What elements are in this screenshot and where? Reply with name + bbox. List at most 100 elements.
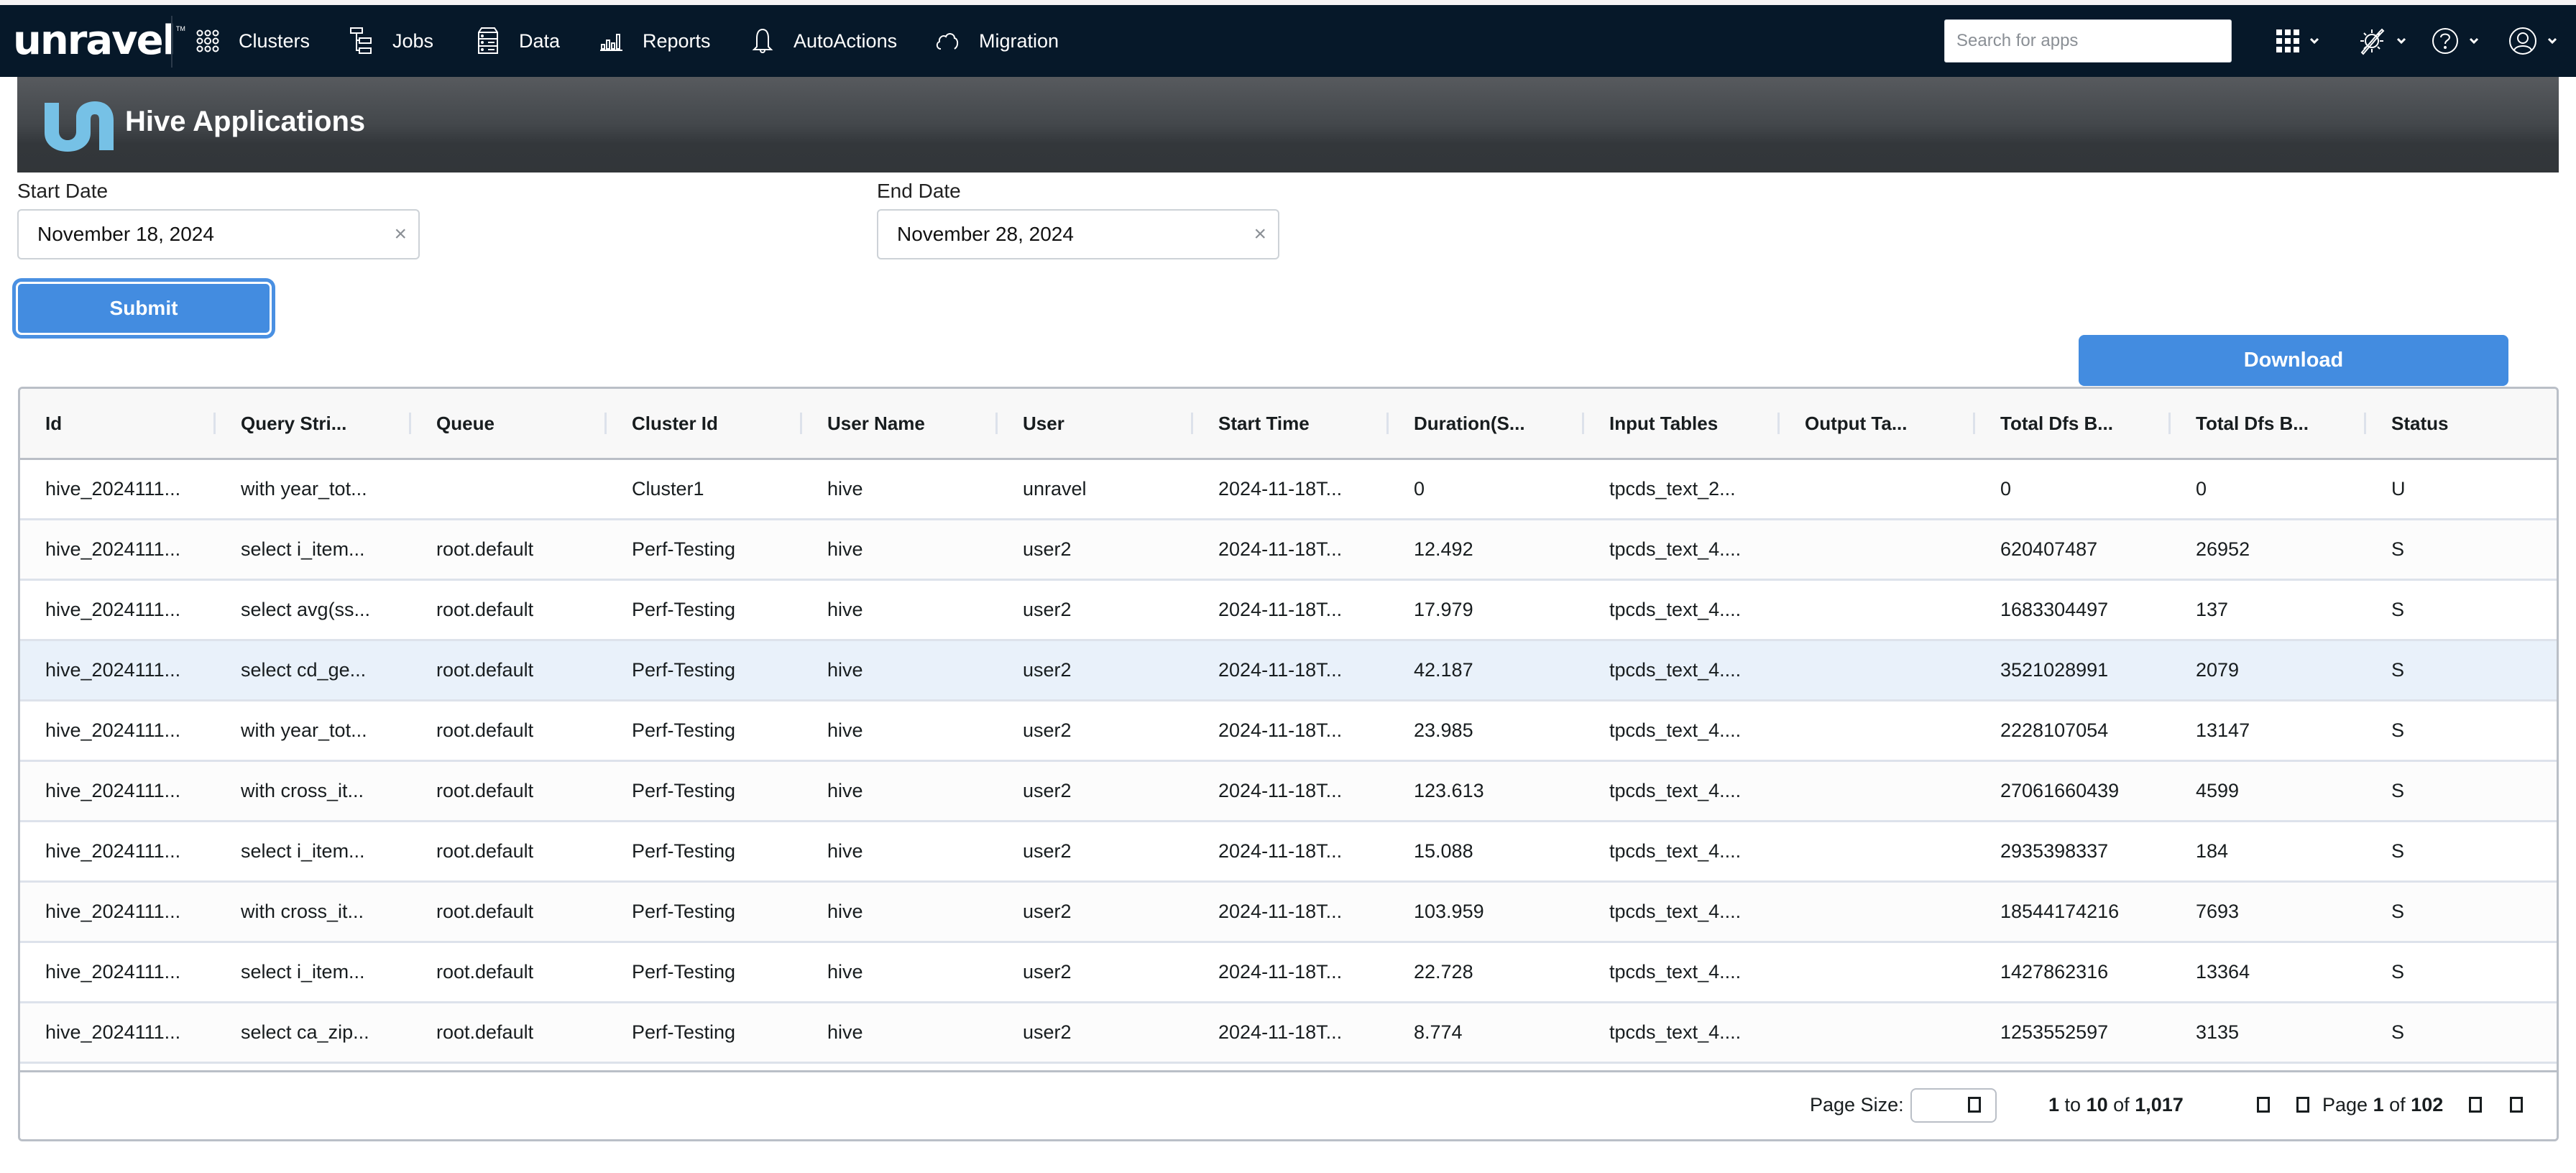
table-cell: S [2391,599,2405,620]
table-row[interactable]: hive_2024111... with cross_it... root.defa… [20,883,2557,943]
page-size-select[interactable] [1910,1088,1997,1123]
table-row[interactable]: hive_2024111... select ca_zip... root.defa… [20,1003,2557,1064]
table-cell: hive [827,538,863,560]
table-cell: 2024-11-18T... [1218,1021,1343,1043]
table-row[interactable]: hive_2024111... with year_tot... root.defa… [20,702,2557,762]
table-cell: root.default [436,840,534,862]
column-header[interactable]: Output Ta... [1780,389,1975,458]
table-cell: tpcds_text_2... [1609,478,1736,500]
table-cell: with cross_it... [241,780,364,801]
nav-item-clusters[interactable]: Clusters [196,5,310,77]
column-header[interactable]: Query Stri... [216,389,411,458]
user-menu-button[interactable] [2508,5,2557,77]
start-date-label: Start Date [17,180,109,202]
start-date-input[interactable]: November 18, 2024 × [17,209,420,259]
table-cell: user2 [1023,599,1072,620]
unravel-logo[interactable]: unravel TM [13,21,185,61]
last-page-button[interactable] [2501,1088,2533,1123]
clear-end-date-icon[interactable]: × [1254,224,1266,245]
table-cell: 103.959 [1414,901,1484,922]
table-row[interactable]: hive_2024111... select avg(ss... root.defa… [20,581,2557,641]
table-cell: 137 [2196,599,2229,620]
start-date-value: November 18, 2024 [37,223,214,245]
nav-item-autoactions[interactable]: AutoActions [750,5,897,77]
of-word: of [2389,1094,2406,1116]
row-from: 1 [2048,1094,2060,1116]
table-row[interactable]: hive_2024111... select i_item... root.defa… [20,520,2557,581]
table-cell: tpcds_text_4.... [1609,961,1742,983]
previous-page-button[interactable] [2288,1088,2319,1123]
table-cell: hive_2024111... [45,478,181,500]
table-cell: 18544174216 [2000,901,2120,922]
chevron-down-icon [2309,37,2319,45]
table-cell [411,460,607,518]
table-cell: tpcds_text_4.... [1609,599,1742,620]
nav-item-data[interactable]: Data [476,5,560,77]
table-cell: 184 [2196,840,2229,862]
table-cell [1780,520,1975,579]
column-header[interactable]: Start Time [1193,389,1389,458]
table-cell: S [2391,961,2405,983]
column-header[interactable]: User [998,389,1193,458]
table-cell: 3135 [2196,1021,2240,1043]
table-cell: hive_2024111... [45,840,181,862]
table-cell: Perf-Testing [632,538,736,560]
table-cell [1780,943,1975,1001]
table-cell: hive [827,478,863,500]
table-cell: hive [827,1021,863,1043]
column-header-label: Input Tables [1609,412,1719,434]
table-cell: 2024-11-18T... [1218,659,1343,681]
column-header-label: User [1023,412,1064,434]
page-indicator: Page 1 of 102 [2322,1094,2443,1116]
apps-grid-icon [2276,29,2299,52]
first-page-button[interactable] [2248,1088,2280,1123]
table-cell: 1253552597 [2000,1021,2109,1043]
column-header-label: Id [45,412,63,434]
hive-applications-table: Id Query Stri... Queue Cluster Id User Name U… [18,387,2559,1141]
end-date-label: End Date [877,180,961,202]
nav-item-reports[interactable]: Reports [599,5,711,77]
nav-item-jobs[interactable]: Jobs [349,5,433,77]
row-total: 1,017 [2135,1094,2184,1116]
table-row[interactable]: hive_2024111... with cross_it... root.defa… [20,762,2557,822]
table-row[interactable]: hive_2024111... select i_item... root.defa… [20,943,2557,1003]
table-cell: 123.613 [1414,780,1484,801]
table-cell: 2935398337 [2000,840,2109,862]
column-header[interactable]: Total Dfs B... [2171,389,2366,458]
table-row[interactable]: hive_2024111... select cd_ge... root.defau… [20,641,2557,702]
table-row[interactable]: hive_2024111... with year_tot... Cluster1 h… [20,460,2557,520]
column-header[interactable]: Status [2366,389,2557,458]
table-cell: 2024-11-18T... [1218,478,1343,500]
help-icon [2432,28,2458,54]
bell-icon [752,28,773,53]
column-header[interactable]: Queue [411,389,607,458]
nav-item-migration[interactable]: Migration [934,5,1059,77]
table-cell: root.default [436,719,534,741]
reports-icon [600,34,622,51]
column-header[interactable]: Cluster Id [607,389,802,458]
table-cell: Cluster1 [632,478,704,500]
column-header[interactable]: Id [20,389,216,458]
column-header[interactable]: Input Tables [1584,389,1780,458]
table-cell: 2024-11-18T... [1218,901,1343,922]
search-apps-input[interactable] [1944,19,2232,63]
row-to: 10 [2086,1094,2108,1116]
submit-button[interactable]: Submit [16,282,272,335]
column-header[interactable]: Total Dfs B... [1975,389,2171,458]
apps-menu-button[interactable] [2276,5,2319,77]
page-title: Hive Applications [125,106,366,137]
download-button[interactable]: Download [2079,335,2508,386]
end-date-input[interactable]: November 28, 2024 × [877,209,1279,259]
table-cell: 2024-11-18T... [1218,599,1343,620]
column-header[interactable]: User Name [802,389,998,458]
next-page-button[interactable] [2460,1088,2492,1123]
next-page-icon [2469,1097,2482,1113]
column-header[interactable]: Duration(S... [1389,389,1584,458]
clear-start-date-icon[interactable]: × [394,224,407,245]
help-menu-button[interactable] [2432,5,2479,77]
settings-menu-button[interactable] [2358,5,2406,77]
table-cell: tpcds_text_4.... [1609,840,1742,862]
chevron-down-icon [2396,37,2406,45]
table-row[interactable]: hive_2024111... select i_item... root.defa… [20,822,2557,883]
table-cell: user2 [1023,840,1072,862]
